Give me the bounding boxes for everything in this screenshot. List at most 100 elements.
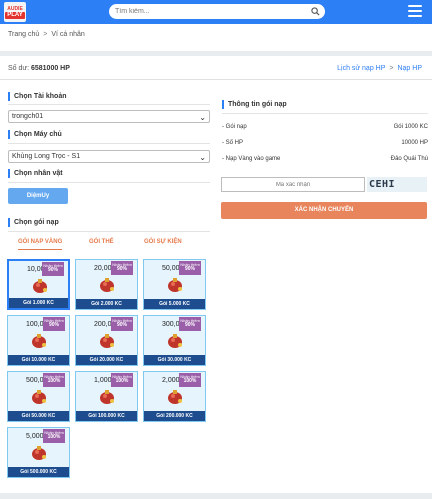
bonus-ribbon: Nhận thêm 100% <box>179 373 201 387</box>
bonus-percent: 90% <box>47 267 58 273</box>
search-icon[interactable] <box>311 7 320 16</box>
breadcrumb: Trang chủ > Ví cá nhân <box>8 31 85 38</box>
package-card[interactable]: 200,000 Nhận thêm 90% Gói 20.000 KC <box>75 315 138 366</box>
info-key: - Số HP <box>222 140 244 146</box>
divider <box>8 104 210 105</box>
server-section-title: Chọn Máy chủ <box>8 130 62 139</box>
info-key: - Nạp Vàng vào game <box>222 156 281 162</box>
site-logo[interactable]: AUDIE PLAY <box>4 2 26 22</box>
search-bar <box>109 4 325 19</box>
gift-bag-icon <box>168 334 182 348</box>
bonus-percent: 90% <box>184 266 195 272</box>
gift-bag-icon <box>100 390 114 404</box>
bonus-ribbon: Nhận thêm 100% <box>43 429 65 443</box>
bonus-percent: 90% <box>184 322 195 328</box>
top-navbar: AUDIE PLAY <box>0 0 432 24</box>
package-tabs: GÓI NẠP VÀNG GÓI THẺ GÓI SỰ KIỆN <box>8 239 210 253</box>
info-row-game: - Nạp Vàng vào game Đảo Quái Thú <box>222 156 428 165</box>
package-card[interactable]: 50,000 Nhận thêm 90% Gói 5.000 KC <box>143 259 206 310</box>
captcha-image[interactable]: CEHI <box>367 177 427 192</box>
bonus-ribbon: Nhận thêm 90% <box>43 317 65 331</box>
package-label: Gói 10.000 KC <box>8 355 69 365</box>
bonus-percent: 100% <box>115 378 129 384</box>
gift-bag-icon <box>100 334 114 348</box>
bonus-ribbon: Nhận thêm 90% <box>111 261 133 275</box>
package-card[interactable]: 500,000 Nhận thêm 100% Gói 50.000 KC <box>7 371 70 422</box>
gift-bag-icon <box>32 334 46 348</box>
bonus-percent: 90% <box>116 266 127 272</box>
package-card[interactable]: 10,000 Nhận thêm 90% Gói 1.000 KC <box>7 259 70 310</box>
captcha-input[interactable] <box>222 178 364 191</box>
package-card[interactable]: 20,000 Nhận thêm 90% Gói 2.000 KC <box>75 259 138 310</box>
divider <box>222 113 428 114</box>
package-label: Gói 30.000 KC <box>144 355 205 365</box>
gift-bag-icon <box>32 390 46 404</box>
chevron-down-icon: ⌄ <box>199 153 206 162</box>
bonus-ribbon: Nhận thêm 90% <box>42 262 64 276</box>
gift-bag-icon <box>33 279 47 293</box>
tab-gold-packages[interactable]: GÓI NẠP VÀNG <box>18 239 63 250</box>
tab-card-packages[interactable]: GÓI THẺ <box>89 239 114 245</box>
character-section-title: Chọn nhân vật <box>8 169 63 178</box>
package-label: Gói 5.000 KC <box>144 299 205 309</box>
info-value: 10000 HP <box>401 140 428 146</box>
bonus-percent: 90% <box>116 322 127 328</box>
package-label: Gói 50.000 KC <box>8 411 69 421</box>
divider <box>8 143 210 144</box>
server-select[interactable]: Khủng Long Trọc - S1 ⌄ <box>8 150 210 163</box>
package-card[interactable]: 2,000,000 Nhận thêm 100% Gói 200.000 KC <box>143 371 206 422</box>
wallet-panel: Số dư: 6581000 HP Lịch sử nạp HP > Nạp HP … <box>0 56 432 493</box>
links-separator: > <box>389 65 394 72</box>
logo-top-text: AUDIE <box>7 5 23 12</box>
divider <box>8 231 210 232</box>
package-label: Gói 1.000 KC <box>9 298 68 308</box>
info-key: - Gói nạp <box>222 124 247 130</box>
bonus-percent: 100% <box>47 378 61 384</box>
package-card[interactable]: 5,000,000 Nhận thêm 100% Gói 500.000 KC <box>7 427 70 478</box>
character-button[interactable]: DiệmUy <box>8 188 68 204</box>
package-card[interactable]: 100,000 Nhận thêm 90% Gói 10.000 KC <box>7 315 70 366</box>
package-card[interactable]: 300,000 Nhận thêm 90% Gói 30.000 KC <box>143 315 206 366</box>
package-label: Gói 100.000 KC <box>76 411 137 421</box>
package-label: Gói 200.000 KC <box>144 411 205 421</box>
breadcrumb-home-link[interactable]: Trang chủ <box>8 31 39 38</box>
chevron-down-icon: ⌄ <box>199 113 206 122</box>
tab-event-packages[interactable]: GÓI SỰ KIỆN <box>144 239 182 245</box>
balance-label: Số dư: <box>8 65 30 72</box>
breadcrumb-separator: > <box>43 31 48 38</box>
divider <box>0 79 432 80</box>
package-label: Gói 20.000 KC <box>76 355 137 365</box>
bonus-ribbon: Nhận thêm 90% <box>179 261 201 275</box>
info-value: Đảo Quái Thú <box>390 156 428 162</box>
gift-bag-icon <box>100 278 114 292</box>
package-label: Gói 500.000 KC <box>8 467 69 477</box>
info-value: Gói 1000 KC <box>393 124 428 130</box>
bonus-percent: 100% <box>47 434 61 440</box>
topup-link[interactable]: Nạp HP <box>397 65 422 72</box>
breadcrumb-current: Ví cá nhân <box>51 31 85 38</box>
page-footer-gap <box>0 494 432 499</box>
bonus-ribbon: Nhận thêm 90% <box>111 317 133 331</box>
package-section-title: Chọn gói nạp <box>8 218 59 227</box>
gift-bag-icon <box>168 390 182 404</box>
bonus-ribbon: Nhận thêm 90% <box>179 317 201 331</box>
logo-bottom-text: PLAY <box>5 11 25 19</box>
bonus-ribbon: Nhận thêm 100% <box>43 373 65 387</box>
account-select[interactable]: trongch01 ⌄ <box>8 110 210 123</box>
server-select-value: Khủng Long Trọc - S1 <box>12 153 81 160</box>
account-section-title: Chọn Tài khoản <box>8 92 67 101</box>
info-row-hp: - Số HP 10000 HP <box>222 140 428 149</box>
breadcrumb-bar: Trang chủ > Ví cá nhân <box>0 24 432 51</box>
confirm-transfer-button[interactable]: XÁC NHẬN CHUYỂN <box>221 202 427 219</box>
hamburger-menu-icon[interactable] <box>408 5 422 17</box>
topup-history-link[interactable]: Lịch sử nạp HP <box>337 65 385 72</box>
captcha-field <box>221 177 365 192</box>
info-row-package: - Gói nạp Gói 1000 KC <box>222 124 428 133</box>
package-card[interactable]: 1,000,000 Nhận thêm 100% Gói 100.000 KC <box>75 371 138 422</box>
account-select-value: trongch01 <box>12 113 44 120</box>
package-label: Gói 2.000 KC <box>76 299 137 309</box>
package-info-title: Thông tin gói nạp <box>222 100 287 109</box>
balance-value: 6581000 HP <box>30 65 70 72</box>
search-input[interactable] <box>115 6 305 17</box>
bonus-percent: 90% <box>48 322 59 328</box>
